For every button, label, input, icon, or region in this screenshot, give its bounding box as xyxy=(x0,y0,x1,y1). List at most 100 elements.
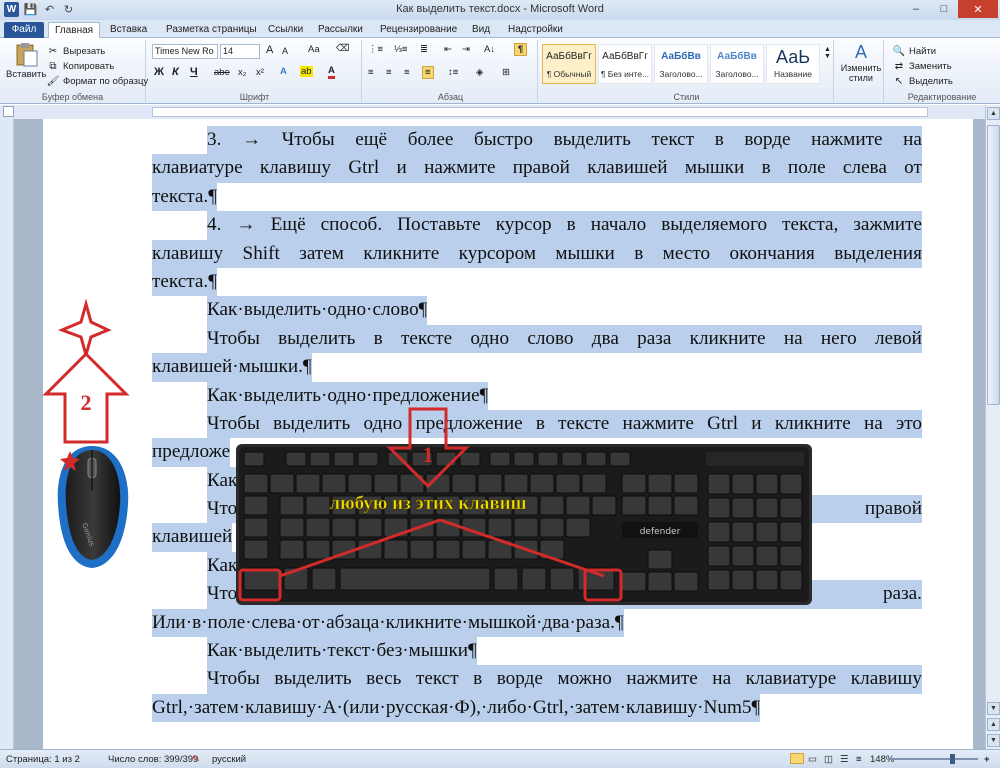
word[interactable]: клавишей xyxy=(587,154,667,182)
show-marks-button[interactable]: ¶ xyxy=(514,43,528,56)
selected-text[interactable]: 4. → Ещё способ. Поставьте курсор в начало выдел… xyxy=(207,211,922,240)
word[interactable]: в xyxy=(762,154,771,182)
document-line[interactable]: 3. → Чтобы ещё более быстро выделить текст в ворд… xyxy=(152,126,922,155)
word[interactable]: Как xyxy=(207,467,237,495)
tab-home[interactable]: Главная xyxy=(48,22,101,39)
document-body[interactable]: 3. → Чтобы ещё более быстро выделить текст в ворд… xyxy=(152,126,922,723)
word-count[interactable]: Число слов: 399/399 xyxy=(108,754,198,765)
word[interactable]: в xyxy=(567,211,576,239)
word[interactable]: Чтобы xyxy=(207,410,260,438)
text-effects-icon[interactable]: A xyxy=(280,66,287,77)
word[interactable]: слева xyxy=(843,154,887,182)
styles-scroll-icon[interactable]: ▲ ▼ xyxy=(824,46,831,60)
word[interactable]: левой xyxy=(875,325,922,353)
word[interactable]: на xyxy=(784,325,803,353)
document-line[interactable]: Как· выделить· текст· без· мышки¶ xyxy=(152,637,922,666)
superscript-button[interactable]: x² xyxy=(256,67,264,78)
word[interactable]: от· xyxy=(302,609,326,637)
word[interactable]: → xyxy=(236,211,255,239)
tab-review[interactable]: Рецензирование xyxy=(374,22,463,38)
document-line[interactable]: 4. → Ещё способ. Поставьте курсор в начало выдел… xyxy=(152,211,922,240)
select-button[interactable]: ↖ Выделить xyxy=(892,74,953,88)
word[interactable]: Что xyxy=(207,580,237,608)
font-color-button[interactable]: A xyxy=(328,65,335,79)
selected-text[interactable]: клавишей· мышки.¶ xyxy=(152,353,312,382)
document-line[interactable]: Как· выделить· одно· слово¶ xyxy=(152,296,922,325)
word[interactable]: клавиатуре xyxy=(152,154,243,182)
font-size-combo[interactable]: 14 xyxy=(220,44,260,59)
bullets-icon[interactable]: ⋮≡ xyxy=(368,44,383,55)
strikethrough-button[interactable]: abe xyxy=(214,67,230,78)
language-indicator[interactable]: русский xyxy=(212,754,246,765)
web-layout-view-icon[interactable]: ◫ xyxy=(824,754,833,765)
word[interactable]: на xyxy=(903,126,922,154)
word[interactable]: мышкой· xyxy=(468,609,542,637)
word[interactable]: Gtrl,· xyxy=(152,694,194,722)
selected-text[interactable]: Как· выделить· текст· без· мышки¶ xyxy=(207,637,477,666)
word[interactable]: выделения xyxy=(834,240,922,268)
word[interactable]: одно xyxy=(470,325,509,353)
word[interactable]: текста, xyxy=(782,211,838,239)
word[interactable]: тексте xyxy=(401,325,452,353)
word[interactable]: абзаца· xyxy=(326,609,386,637)
word[interactable]: текст xyxy=(416,665,459,693)
word[interactable]: на xyxy=(712,665,731,693)
word[interactable]: текст xyxy=(651,126,694,154)
selected-text[interactable]: клавишу Shift затем кликните курсором мышки в м… xyxy=(152,239,922,268)
word[interactable]: курсор xyxy=(496,211,552,239)
scroll-up-button[interactable]: ▲ xyxy=(987,107,1000,120)
word[interactable]: тексте xyxy=(558,410,609,438)
word[interactable]: клавишу· xyxy=(245,694,323,722)
scroll-down-button[interactable]: ▼ xyxy=(987,702,1000,715)
italic-button[interactable]: К xyxy=(172,66,179,78)
selected-text[interactable]: Чтобы выделить одно предложение в тексте нажми… xyxy=(207,409,922,439)
multilevel-list-icon[interactable]: ≣ xyxy=(420,44,428,55)
word[interactable]: кликните xyxy=(775,410,851,438)
word[interactable]: выделить· xyxy=(244,637,328,665)
next-page-button[interactable]: ▼ xyxy=(987,734,1000,747)
outline-view-icon[interactable]: ☰ xyxy=(840,754,849,765)
word[interactable]: мышки xyxy=(685,154,744,182)
word[interactable]: Чтобы xyxy=(207,325,260,353)
page-counter[interactable]: Страница: 1 из 2 xyxy=(6,754,80,765)
grow-font-button[interactable]: A xyxy=(266,44,273,56)
word[interactable]: клавишу xyxy=(851,665,922,693)
document-line[interactable]: Чтобы выделить в тексте одно слово два раза клик… xyxy=(152,324,922,354)
selected-text[interactable]: Чтобы выделить весь текст в ворде можно нажмите… xyxy=(207,665,922,694)
replace-button[interactable]: ⇄ Заменить xyxy=(892,59,952,73)
word[interactable]: раза xyxy=(637,325,671,353)
shrink-font-button[interactable]: A xyxy=(282,46,288,56)
word[interactable]: Что xyxy=(207,495,237,523)
selected-text[interactable]: Как· выделить· одно· слово¶ xyxy=(207,296,428,325)
document-line[interactable]: клавиатуре клавишу Gtrl и нажмите правой клави… xyxy=(152,154,922,183)
tab-insert[interactable]: Вставка xyxy=(104,22,153,38)
word[interactable]: него xyxy=(821,325,857,353)
highlight-button[interactable]: ab xyxy=(300,66,313,77)
selected-text[interactable]: Gtrl,· затем· клавишу· А· (или· русская· Ф),· л… xyxy=(152,693,761,723)
word[interactable]: нажмите xyxy=(424,154,495,182)
word[interactable]: выделить· xyxy=(244,382,328,410)
word[interactable]: в xyxy=(536,410,545,438)
word[interactable]: текста.¶ xyxy=(152,268,217,296)
line-spacing-icon[interactable]: ↕≡ xyxy=(448,67,458,78)
justify-icon[interactable]: ≡ xyxy=(422,66,434,79)
word[interactable]: выделить xyxy=(273,410,350,438)
zoom-slider-knob[interactable] xyxy=(950,754,955,764)
clear-format-icon[interactable]: ⌫ xyxy=(336,43,349,54)
selected-text[interactable]: Или· в· поле· слева· от· абзаца· кликните· мышк… xyxy=(152,608,624,638)
find-button[interactable]: 🔍 Найти xyxy=(892,44,936,58)
word[interactable]: в· xyxy=(192,609,207,637)
word[interactable]: мышки¶ xyxy=(409,637,477,665)
word[interactable]: выделяемого xyxy=(661,211,767,239)
word[interactable]: одно· xyxy=(327,382,372,410)
word[interactable]: затем xyxy=(299,240,344,268)
word[interactable]: ворде xyxy=(497,665,543,693)
word[interactable]: клавиатуре xyxy=(746,665,837,693)
word[interactable]: раза.¶ xyxy=(576,609,624,637)
style-normal[interactable]: АаБбВвГг ¶ Обычный xyxy=(542,44,596,84)
document-line[interactable]: Чтобы выделить весь текст в ворде можно нажмите… xyxy=(152,665,922,694)
word[interactable]: быстро xyxy=(474,126,533,154)
word[interactable]: одно xyxy=(364,410,403,438)
tab-file[interactable]: Файл xyxy=(4,22,44,38)
zoom-slider[interactable] xyxy=(888,754,978,764)
